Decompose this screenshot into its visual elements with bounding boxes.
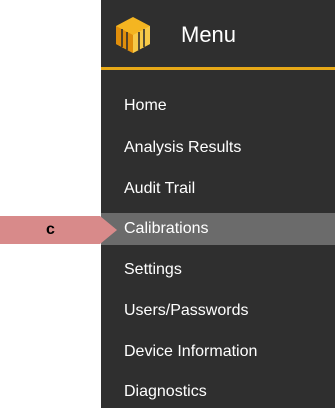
side-menu: Menu Home Analysis Results Audit Trail C… [101,0,335,408]
callout-label: c [46,221,55,238]
cube-logo-icon [116,17,150,53]
menu-item-audit-trail[interactable]: Audit Trail [101,173,335,205]
callout-arrow [0,216,117,244]
menu-item-diagnostics[interactable]: Diagnostics [101,376,335,408]
menu-item-users-passwords[interactable]: Users/Passwords [101,295,335,327]
menu-title: Menu [181,22,237,47]
menu-item-settings[interactable]: Settings [101,254,335,286]
menu-item-calibrations[interactable]: Calibrations [101,213,335,245]
menu-header: Menu [101,0,335,70]
menu-item-device-information[interactable]: Device Information [101,336,335,368]
screenshot-stage: Menu Home Analysis Results Audit Trail C… [0,0,335,408]
menu-item-analysis-results[interactable]: Analysis Results [101,132,335,164]
menu-item-home[interactable]: Home [101,90,335,122]
